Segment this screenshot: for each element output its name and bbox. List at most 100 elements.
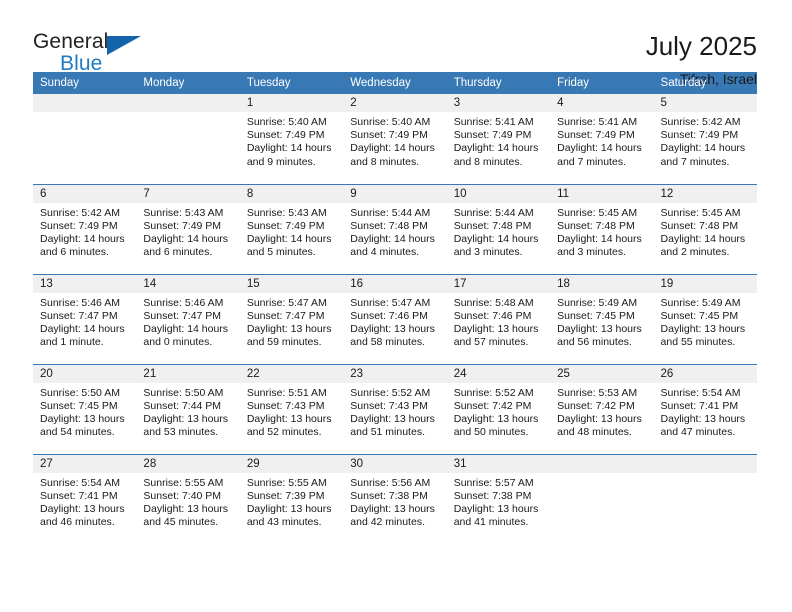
sunset-text: Sunset: 7:43 PM [246,399,325,412]
weekday-header-thursday: Thursday [446,72,551,94]
sunrise-text: Sunrise: 5:40 AM [246,116,327,128]
day-number: 29 [239,454,344,473]
daylight-text: Daylight: 13 hours and 41 minutes. [453,502,539,529]
day-number: 18 [550,274,654,293]
day-number: 22 [239,364,344,383]
sunset-text: Sunset: 7:49 PM [453,129,532,142]
daylight-text: Daylight: 14 hours and 3 minutes. [557,232,642,259]
day-details: Sunrise: 5:54 AM Sunset: 7:41 PM Daylight:… [33,473,136,530]
sunrise-text: Sunrise: 5:43 AM [143,206,224,219]
daylight-text: Daylight: 14 hours and 0 minutes. [143,322,229,349]
sunset-text: Sunset: 7:49 PM [246,129,325,142]
daylight-text: Daylight: 13 hours and 56 minutes. [557,322,642,349]
calendar-day-cell[interactable]: 13 Sunrise: 5:46 AM Sunset: 7:47 PM Dayligh… [33,273,137,364]
calendar-day-cell[interactable]: 7 Sunrise: 5:43 AM Sunset: 7:49 PM Daylight… [136,183,240,274]
sunrise-text: Sunrise: 5:41 AM [453,116,534,128]
daylight-text: Daylight: 13 hours and 43 minutes. [246,502,332,529]
calendar-day-cell[interactable]: 10 Sunrise: 5:44 AM Sunset: 7:48 PM Dayligh… [446,183,551,274]
sunrise-text: Sunrise: 5:40 AM [350,116,431,128]
day-details: Sunrise: 5:46 AM Sunset: 7:47 PM Daylight:… [33,293,136,350]
calendar-day-cell[interactable]: 27 Sunrise: 5:54 AM Sunset: 7:41 PM Dayligh… [33,453,137,544]
sunrise-text: Sunrise: 5:43 AM [246,206,327,219]
calendar-day-cell[interactable]: 9 Sunrise: 5:44 AM Sunset: 7:48 PM Daylight… [343,183,447,274]
calendar-day-cell[interactable]: 6 Sunrise: 5:42 AM Sunset: 7:49 PM Daylight… [33,183,137,274]
day-details: Sunrise: 5:50 AM Sunset: 7:45 PM Daylight:… [33,383,136,440]
daylight-text: Daylight: 14 hours and 4 minutes. [350,232,435,259]
sunrise-text: Sunrise: 5:46 AM [40,296,120,309]
calendar-day-cell[interactable]: 26 Sunrise: 5:54 AM Sunset: 7:41 PM Dayligh… [653,363,757,454]
daylight-text: Daylight: 13 hours and 53 minutes. [143,412,229,439]
calendar-day-cell[interactable]: 20 Sunrise: 5:50 AM Sunset: 7:45 PM Dayligh… [33,363,137,454]
sunset-text: Sunset: 7:41 PM [660,399,739,412]
calendar-day-cell[interactable]: 5 Sunrise: 5:42 AM Sunset: 7:49 PM Daylight… [653,94,757,184]
calendar-day-cell[interactable]: 12 Sunrise: 5:45 AM Sunset: 7:48 PM Dayligh… [653,183,757,274]
day-number: 6 [33,184,137,203]
day-number: 2 [343,94,447,112]
daylight-text: Daylight: 13 hours and 59 minutes. [246,322,332,349]
daylight-text: Daylight: 14 hours and 6 minutes. [143,232,229,259]
sunset-text: Sunset: 7:42 PM [557,399,635,412]
calendar-day-cell[interactable]: 19 Sunrise: 5:49 AM Sunset: 7:45 PM Dayligh… [653,273,757,364]
calendar-day-cell[interactable]: 4 Sunrise: 5:41 AM Sunset: 7:49 PM Daylight… [550,94,654,184]
calendar-day-cell[interactable]: 11 Sunrise: 5:45 AM Sunset: 7:48 PM Dayligh… [550,183,654,274]
page-header: General Blue July 2025 Tifrah, Israel [0,0,792,87]
weekday-header-tuesday: Tuesday [239,72,344,94]
sunset-text: Sunset: 7:42 PM [453,399,532,412]
day-number [550,454,654,473]
day-number: 1 [239,94,344,112]
calendar-day-cell[interactable]: 2 Sunrise: 5:40 AM Sunset: 7:49 PM Daylight… [343,94,447,184]
calendar-page: General Blue July 2025 Tifrah, Israel Su… [0,0,792,612]
daylight-text: Daylight: 13 hours and 52 minutes. [246,412,332,439]
calendar-grid: Sunday Monday Tuesday Wednesday Thursday Frid… [33,72,757,544]
calendar-day-cell[interactable]: 23 Sunrise: 5:52 AM Sunset: 7:43 PM Dayligh… [343,363,447,454]
daylight-text: Daylight: 14 hours and 2 minutes. [660,232,746,259]
calendar-day-cell-empty [550,453,654,544]
sunset-text: Sunset: 7:40 PM [143,489,222,502]
daylight-text: Daylight: 14 hours and 8 minutes. [350,142,435,168]
calendar-day-cell[interactable]: 17 Sunrise: 5:48 AM Sunset: 7:46 PM Dayligh… [446,273,551,364]
calendar-week-row: 6 Sunrise: 5:42 AM Sunset: 7:49 PM Daylight… [33,183,757,274]
day-number: 8 [239,184,344,203]
calendar-day-cell[interactable]: 18 Sunrise: 5:49 AM Sunset: 7:45 PM Dayligh… [550,273,654,364]
calendar-day-cell[interactable]: 8 Sunrise: 5:43 AM Sunset: 7:49 PM Daylight… [239,183,344,274]
day-details: Sunrise: 5:47 AM Sunset: 7:46 PM Daylight:… [343,293,446,350]
calendar-day-cell[interactable]: 30 Sunrise: 5:56 AM Sunset: 7:38 PM Dayligh… [343,453,447,544]
daylight-text: Daylight: 13 hours and 58 minutes. [350,322,435,349]
calendar-day-cell[interactable]: 24 Sunrise: 5:52 AM Sunset: 7:42 PM Dayligh… [446,363,551,454]
calendar-day-cell[interactable]: 22 Sunrise: 5:51 AM Sunset: 7:43 PM Dayligh… [239,363,344,454]
calendar-day-cell[interactable]: 14 Sunrise: 5:46 AM Sunset: 7:47 PM Dayligh… [136,273,240,364]
calendar-day-cell[interactable]: 28 Sunrise: 5:55 AM Sunset: 7:40 PM Dayligh… [136,453,240,544]
day-details: Sunrise: 5:56 AM Sunset: 7:38 PM Daylight:… [343,473,446,530]
daylight-text: Daylight: 14 hours and 1 minute. [40,322,125,349]
general-blue-logo[interactable]: General Blue [33,30,148,82]
day-details: Sunrise: 5:49 AM Sunset: 7:45 PM Daylight:… [550,293,653,350]
day-number: 25 [550,364,654,383]
sunset-text: Sunset: 7:49 PM [246,219,325,232]
sunrise-text: Sunrise: 5:52 AM [350,386,431,399]
calendar-day-cell[interactable]: 29 Sunrise: 5:55 AM Sunset: 7:39 PM Dayligh… [239,453,344,544]
day-details: Sunrise: 5:51 AM Sunset: 7:43 PM Daylight:… [240,383,343,440]
sunrise-text: Sunrise: 5:42 AM [660,116,741,128]
day-details: Sunrise: 5:43 AM Sunset: 7:49 PM Daylight:… [136,203,239,260]
day-details: Sunrise: 5:44 AM Sunset: 7:48 PM Daylight:… [447,203,550,260]
day-details: Sunrise: 5:45 AM Sunset: 7:48 PM Daylight:… [654,203,757,260]
day-number: 26 [653,364,757,383]
day-details: Sunrise: 5:40 AM Sunset: 7:49 PM Daylight:… [240,112,343,169]
weekday-header-monday: Monday [136,72,240,94]
day-number [653,454,757,473]
sunrise-text: Sunrise: 5:47 AM [350,296,431,309]
calendar-day-cell[interactable]: 21 Sunrise: 5:50 AM Sunset: 7:44 PM Dayligh… [136,363,240,454]
calendar-day-cell[interactable]: 25 Sunrise: 5:53 AM Sunset: 7:42 PM Dayligh… [550,363,654,454]
sunrise-text: Sunrise: 5:57 AM [453,476,534,489]
sunset-text: Sunset: 7:38 PM [350,489,428,502]
sunset-text: Sunset: 7:49 PM [143,219,222,232]
calendar-day-cell[interactable]: 16 Sunrise: 5:47 AM Sunset: 7:46 PM Dayligh… [343,273,447,364]
calendar-day-cell[interactable]: 3 Sunrise: 5:41 AM Sunset: 7:49 PM Daylight… [446,94,551,184]
sunset-text: Sunset: 7:45 PM [557,309,635,322]
calendar-day-cell[interactable]: 1 Sunrise: 5:40 AM Sunset: 7:49 PM Daylight… [239,94,344,184]
calendar-day-cell[interactable]: 31 Sunrise: 5:57 AM Sunset: 7:38 PM Dayligh… [446,453,551,544]
sunset-text: Sunset: 7:41 PM [40,489,118,502]
calendar-day-cell[interactable]: 15 Sunrise: 5:47 AM Sunset: 7:47 PM Dayligh… [239,273,344,364]
sunset-text: Sunset: 7:47 PM [143,309,222,322]
sunset-text: Sunset: 7:44 PM [143,399,222,412]
